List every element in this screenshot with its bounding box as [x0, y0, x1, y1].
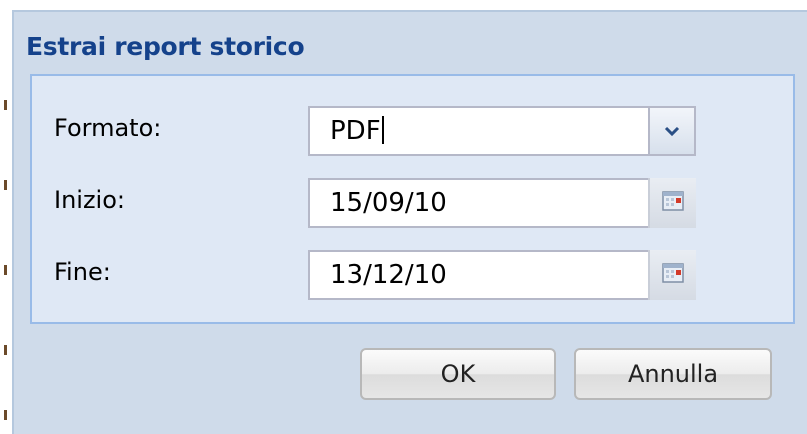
start-date-value: 15/09/10	[330, 188, 447, 218]
start-date-field[interactable]: 15/09/10	[308, 178, 696, 228]
background-edge	[4, 0, 8, 434]
chevron-down-icon	[664, 126, 680, 137]
end-date-picker-button[interactable]	[648, 250, 696, 300]
format-combobox[interactable]: PDF	[308, 106, 696, 156]
calendar-icon	[662, 263, 684, 283]
calendar-icon	[662, 191, 684, 211]
format-label: Formato:	[54, 114, 162, 142]
start-date-label: Inizio:	[54, 186, 125, 214]
report-form-panel: Formato: PDF Inizio: 15/09/10 Fine: 13/1…	[30, 74, 795, 324]
end-date-label: Fine:	[54, 258, 111, 286]
text-caret	[381, 116, 384, 144]
end-date-field[interactable]: 13/12/10	[308, 250, 696, 300]
ok-button[interactable]: OK	[360, 348, 556, 400]
report-dialog: Estrai report storico Formato: PDF Inizi…	[12, 10, 807, 434]
format-dropdown-trigger[interactable]	[648, 106, 696, 156]
end-date-value: 13/12/10	[330, 260, 447, 290]
start-date-picker-button[interactable]	[648, 178, 696, 228]
format-value: PDF	[330, 116, 381, 146]
dialog-title: Estrai report storico	[26, 32, 305, 61]
cancel-button[interactable]: Annulla	[574, 348, 772, 400]
